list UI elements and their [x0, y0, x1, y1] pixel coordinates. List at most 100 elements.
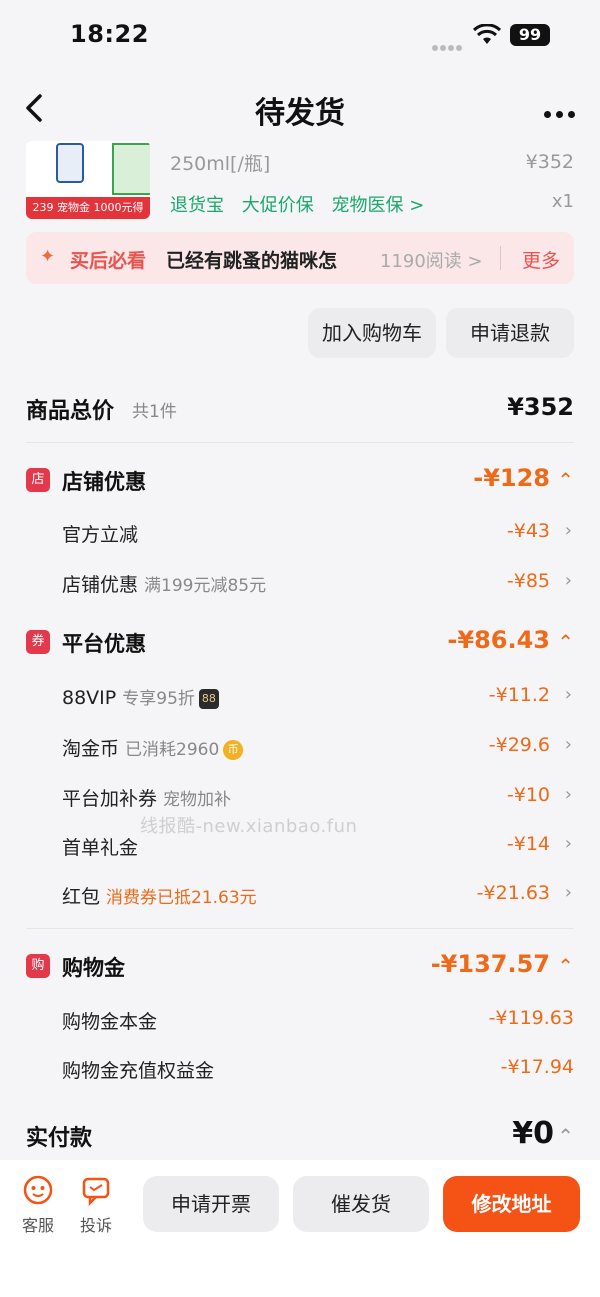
total-label: 商品总价 [26, 399, 115, 424]
tag-price-protect[interactable]: 大促价保 [242, 195, 314, 216]
paid-label: 实付款 [26, 1126, 93, 1151]
item-actions: 加入购物车 申请退款 [0, 308, 600, 360]
paid-value: ¥0 [512, 1116, 554, 1151]
coin-icon: 币 [223, 739, 244, 760]
complaint-icon[interactable] [80, 1174, 112, 1206]
section-platform-discount[interactable]: 券 平台优惠 -¥86.43 ⌃ [0, 626, 600, 666]
thumbnail-banner: 239 宠物金 1000元得1100 [26, 197, 150, 219]
total-count: 共1件 [132, 402, 177, 422]
chevron-up-icon[interactable]: ⌃ [557, 468, 574, 492]
item-label: 购物金本金 [62, 1011, 158, 1033]
item-label: 红包 消费券已抵21.63元 [62, 886, 257, 908]
shopping-bag-icon: 购 [26, 954, 50, 978]
chevron-right-icon: › [564, 784, 572, 805]
tag-return[interactable]: 退货宝 [170, 195, 224, 216]
banner-reads: 1190阅读 > [380, 251, 483, 272]
banner-more-link[interactable]: 更多 [522, 246, 560, 273]
item-label: 首单礼金 [62, 837, 139, 859]
section-store-discount[interactable]: 店 店铺优惠 -¥128 ⌃ [0, 464, 600, 504]
bottle-image [56, 143, 84, 183]
item-sub: 专享95折 [122, 689, 195, 709]
change-address-button[interactable]: 修改地址 [443, 1176, 580, 1232]
invoice-button[interactable]: 申请开票 [143, 1176, 279, 1232]
product-card[interactable]: 239 宠物金 1000元得1100 250ml[/瓶] ¥352 退货宝 大促… [0, 141, 600, 233]
credit-row: 购物金本金 -¥119.63 [0, 1003, 600, 1043]
item-label: 淘金币 已消耗2960 币 [62, 734, 244, 761]
item-label: 店铺优惠 满199元减85元 [62, 574, 267, 596]
section-value: -¥137.57 [430, 950, 550, 978]
item-value: -¥11.2 [488, 684, 550, 706]
item-value: -¥85 [506, 570, 550, 592]
banner-divider [500, 246, 501, 270]
coupon-icon: 券 [26, 630, 50, 654]
item-value: -¥17.94 [500, 1056, 574, 1078]
divider [26, 928, 574, 929]
customer-service-icon[interactable] [22, 1174, 54, 1206]
product-price: ¥352 [525, 151, 574, 173]
discount-row[interactable]: 店铺优惠 满199元减85元 -¥85 › [0, 566, 600, 606]
banner-text[interactable]: 已经有跳蚤的猫咪怎 [166, 246, 356, 273]
section-value: -¥128 [473, 464, 550, 492]
vip-badge-icon: 88 [198, 688, 219, 709]
discount-row[interactable]: 首单礼金 -¥14 › [0, 829, 600, 869]
wifi-icon [472, 24, 502, 44]
section-label: 平台优惠 [62, 632, 146, 656]
chevron-up-icon[interactable]: ⌃ [557, 1124, 574, 1148]
chevron-right-icon: › [564, 833, 572, 854]
chevron-right-icon: › [564, 520, 572, 541]
item-value: -¥29.6 [488, 734, 550, 756]
product-thumbnail[interactable]: 239 宠物金 1000元得1100 [26, 141, 150, 219]
credit-row: 购物金充值权益金 -¥17.94 [0, 1052, 600, 1092]
urge-shipping-button[interactable]: 催发货 [293, 1176, 429, 1232]
item-value: -¥21.63 [476, 882, 550, 904]
article-banner[interactable]: ✦ 买后必看 已经有跳蚤的猫咪怎 1190阅读 > 更多 [26, 232, 574, 284]
product-spec: 250ml[/瓶] [170, 153, 271, 175]
sparkle-icon: ✦ [40, 246, 56, 267]
item-label: 88VIP 专享95折 88 [62, 684, 219, 709]
chevron-right-icon: › [564, 734, 572, 755]
page-title: 待发货 [255, 96, 345, 131]
banner-label: 买后必看 [70, 250, 147, 272]
status-bar: 18:22 99 [0, 0, 600, 70]
item-sub: 宠物加补 [163, 790, 232, 810]
chevron-up-icon[interactable]: ⌃ [557, 954, 574, 978]
product-qty: x1 [551, 191, 574, 212]
battery-icon: 99 [510, 24, 550, 46]
item-sub: 已消耗2960 [125, 740, 220, 760]
complain-label[interactable]: 投诉 [80, 1212, 112, 1236]
item-sub: 满199元减85元 [144, 576, 267, 596]
item-value: -¥43 [506, 520, 550, 542]
divider [26, 442, 574, 443]
section-value: -¥86.43 [447, 626, 550, 654]
chevron-right-icon: › [564, 882, 572, 903]
item-value: -¥14 [506, 833, 550, 855]
chevron-up-icon[interactable]: ⌃ [557, 630, 574, 654]
item-label: 官方立减 [62, 524, 139, 546]
discount-row[interactable]: 淘金币 已消耗2960 币 -¥29.6 › [0, 730, 600, 770]
item-value: -¥10 [506, 784, 550, 806]
signal-icon [432, 36, 464, 51]
bottom-bar: 客服 投诉 申请开票 催发货 修改地址 [0, 1160, 600, 1297]
section-label: 购物金 [62, 956, 125, 980]
section-label: 店铺优惠 [62, 470, 146, 494]
paid-row[interactable]: 实付款 ¥0 ⌃ [0, 1116, 600, 1160]
store-icon: 店 [26, 468, 50, 492]
total-value: ¥352 [507, 393, 574, 421]
item-sub: 消费券已抵21.63元 [106, 888, 257, 908]
more-icon[interactable] [544, 103, 580, 118]
service-tags: 退货宝 大促价保 宠物医保 > [170, 191, 436, 217]
box-image [112, 143, 150, 195]
tag-pet-insurance[interactable]: 宠物医保 > [331, 195, 424, 216]
discount-row[interactable]: 官方立减 -¥43 › [0, 516, 600, 556]
discount-row[interactable]: 88VIP 专享95折 88 -¥11.2 › [0, 680, 600, 720]
total-row: 商品总价 共1件 ¥352 [0, 393, 600, 433]
refund-button[interactable]: 申请退款 [446, 308, 574, 358]
status-time: 18:22 [70, 20, 149, 48]
service-label[interactable]: 客服 [22, 1212, 54, 1236]
section-shopping-credit[interactable]: 购 购物金 -¥137.57 ⌃ [0, 950, 600, 990]
add-to-cart-button[interactable]: 加入购物车 [308, 308, 436, 358]
chevron-right-icon: › [564, 570, 572, 591]
nav-bar: 待发货 [0, 70, 600, 145]
discount-row[interactable]: 红包 消费券已抵21.63元 -¥21.63 › [0, 878, 600, 918]
item-label: 平台加补券 宠物加补 [62, 788, 232, 810]
